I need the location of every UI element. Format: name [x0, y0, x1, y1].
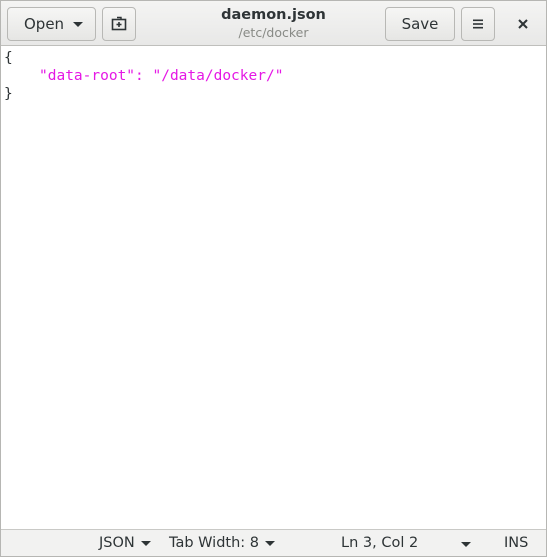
cursor-position: Ln 3, Col 2	[341, 535, 419, 551]
title-block: daemon.json /etc/docker	[161, 6, 386, 41]
editor-line-1: {	[4, 50, 13, 66]
editor-window: Open daemon.json /etc/docker Save {"dat…	[0, 0, 547, 557]
new-document-button[interactable]	[102, 7, 136, 41]
chevron-down-icon	[140, 540, 151, 546]
close-icon	[518, 19, 528, 29]
status-bar: JSON Tab Width: 8 Ln 3, Col 2 INS	[1, 529, 546, 556]
open-button-label: Open	[24, 15, 65, 33]
tab-width-selector[interactable]: Tab Width: 8	[169, 535, 276, 551]
text-editor-area[interactable]: { "data-root": "/data/docker/" }	[1, 46, 546, 529]
save-button[interactable]: Save	[385, 7, 455, 41]
window-subtitle: /etc/docker	[238, 25, 309, 40]
new-document-icon	[111, 16, 127, 31]
hamburger-menu-icon	[473, 19, 483, 29]
window-title: daemon.json	[221, 7, 326, 23]
header-bar: Open daemon.json /etc/docker Save	[1, 1, 546, 46]
language-selector[interactable]: JSON	[99, 535, 151, 551]
open-button[interactable]: Open	[7, 7, 96, 41]
menu-button[interactable]	[461, 7, 495, 41]
editor-line-2: "data-root": "/data/docker/"	[39, 68, 284, 84]
chevron-down-icon	[73, 22, 83, 27]
close-button[interactable]	[511, 12, 535, 36]
insert-mode-indicator[interactable]: INS	[504, 535, 528, 551]
editor-line-3: }	[4, 86, 13, 102]
language-label: JSON	[99, 535, 135, 551]
chevron-down-icon	[461, 542, 471, 547]
chevron-down-icon	[265, 540, 276, 546]
position-dropdown[interactable]	[461, 542, 471, 547]
tab-width-label: Tab Width: 8	[169, 535, 260, 551]
